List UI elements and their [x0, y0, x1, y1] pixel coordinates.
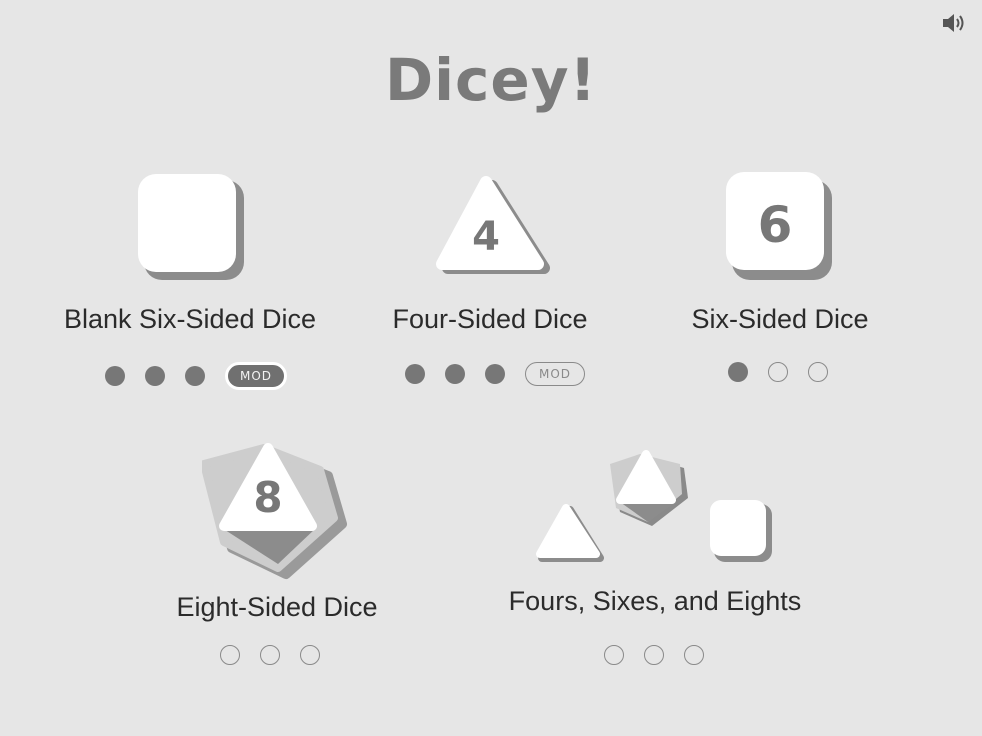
progress-dot	[728, 362, 748, 382]
four-sided-die-icon: 4	[436, 176, 550, 274]
progress-dot	[445, 364, 465, 384]
progress-dot	[405, 364, 425, 384]
die-number: 6	[758, 196, 793, 254]
progress-dot	[300, 645, 320, 665]
game-label: Blank Six-Sided Dice	[63, 304, 317, 334]
progress-dots: MOD	[405, 362, 585, 386]
mixed-dice-icon	[536, 450, 772, 562]
game-card-blank-six-sided[interactable]: Blank Six-Sided Dice MOD	[60, 170, 320, 400]
speaker-volume-icon[interactable]	[940, 10, 968, 36]
progress-dot	[105, 366, 125, 386]
progress-dots	[220, 645, 340, 665]
game-label: Fours, Sixes, and Eights	[508, 586, 802, 616]
die-number: 8	[253, 473, 282, 522]
game-card-mixed[interactable]: Fours, Sixes, and Eights	[500, 440, 810, 680]
progress-dots	[728, 362, 848, 382]
progress-dot	[684, 645, 704, 665]
game-label: Four-Sided Dice	[392, 304, 588, 334]
game-label: Eight-Sided Dice	[176, 592, 378, 622]
mod-button[interactable]: MOD	[225, 362, 287, 390]
progress-dot	[185, 366, 205, 386]
progress-dots: MOD	[105, 362, 287, 390]
game-card-four-sided[interactable]: 4 Four-Sided Dice MOD	[360, 170, 620, 400]
progress-dot	[145, 366, 165, 386]
progress-dot	[808, 362, 828, 382]
mod-button[interactable]: MOD	[525, 362, 585, 386]
progress-dot	[768, 362, 788, 382]
game-card-eight-sided[interactable]: 8 Eight-Sided Dice	[150, 440, 410, 680]
blank-die-icon	[138, 174, 244, 280]
game-card-six-sided[interactable]: 6 Six-Sided Dice	[650, 170, 910, 400]
progress-dot	[260, 645, 280, 665]
progress-dot	[485, 364, 505, 384]
progress-dot	[604, 645, 624, 665]
progress-dots	[604, 645, 724, 665]
progress-dot	[644, 645, 664, 665]
six-sided-die-icon: 6	[726, 172, 832, 280]
eight-sided-die-icon: 8	[202, 443, 347, 579]
progress-dot	[220, 645, 240, 665]
game-title: Dicey!	[384, 46, 597, 114]
game-label: Six-Sided Dice	[691, 304, 869, 334]
die-number: 4	[472, 214, 500, 260]
